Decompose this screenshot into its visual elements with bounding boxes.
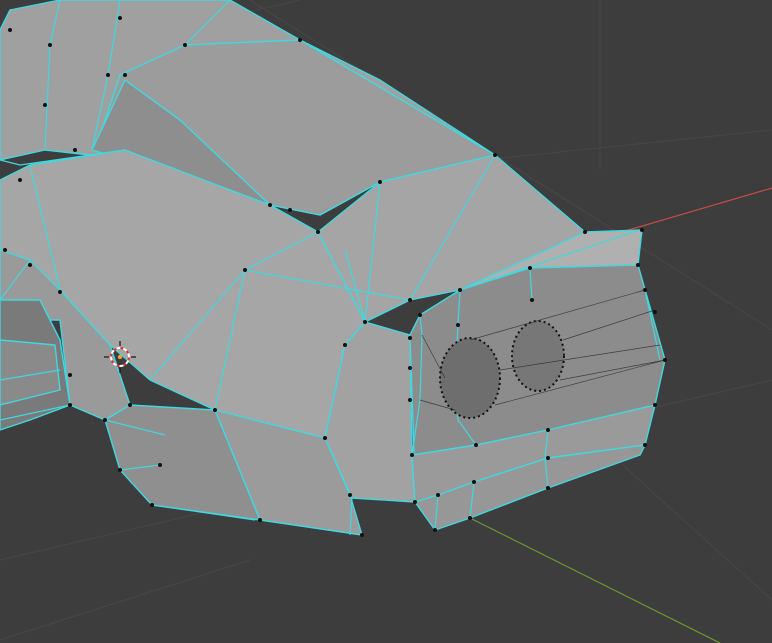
3d-viewport[interactable]	[0, 0, 772, 643]
viewport-canvas[interactable]	[0, 0, 772, 643]
y-axis-line	[469, 517, 721, 643]
car-mesh[interactable]	[0, 0, 666, 536]
